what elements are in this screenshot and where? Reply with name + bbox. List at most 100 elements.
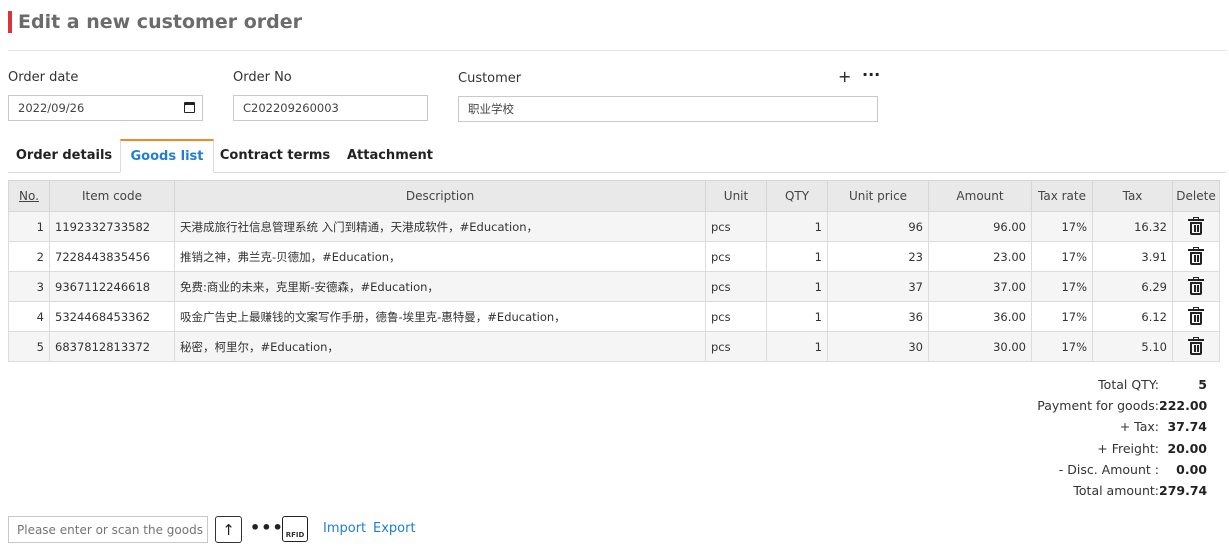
table-row[interactable]: 5 6837812813372 秘密，柯里尔，#Education， pcs 1… xyxy=(8,331,1220,362)
row-item-code[interactable]: 7228443835456 xyxy=(49,241,175,272)
total-qty-value: 5 xyxy=(1198,377,1207,393)
table-header-row: No. Item code Description Unit QTY Unit … xyxy=(8,180,1220,212)
trash-icon[interactable] xyxy=(1188,217,1204,235)
row-delete-cell xyxy=(1172,211,1220,242)
title-accent-bar xyxy=(8,11,12,33)
row-tax-rate[interactable]: 17% xyxy=(1031,301,1093,332)
trash-icon[interactable] xyxy=(1188,277,1204,295)
row-tax: 6.12 xyxy=(1092,301,1173,332)
row-unit[interactable]: pcs xyxy=(705,211,767,242)
row-unit[interactable]: pcs xyxy=(705,241,767,272)
row-description[interactable]: 秘密，柯里尔，#Education， xyxy=(174,331,706,362)
row-unit-price[interactable]: 36 xyxy=(827,301,929,332)
row-description[interactable]: 推销之神，弗兰克-贝德加，#Education， xyxy=(174,241,706,272)
tab-bar: Order details Goods list Contract terms … xyxy=(8,139,1226,173)
total-amount-label: Total amount: xyxy=(1073,483,1159,499)
order-date-label: Order date xyxy=(8,70,79,85)
order-date-value: 2022/09/26 xyxy=(18,101,85,115)
customer-value: 职业学校 xyxy=(468,102,514,116)
tab-goods-list[interactable]: Goods list xyxy=(120,139,214,173)
order-no-field[interactable]: C202209260003 xyxy=(233,95,428,121)
column-unit-price: Unit price xyxy=(827,180,929,212)
export-link[interactable]: Export xyxy=(373,521,416,536)
order-no-value: C202209260003 xyxy=(243,101,339,115)
discount-row: - Disc. Amount : 0.00 xyxy=(1037,459,1207,480)
row-unit-price[interactable]: 37 xyxy=(827,271,929,302)
goods-table: No. Item code Description Unit QTY Unit … xyxy=(8,180,1220,362)
row-item-code[interactable]: 9367112246618 xyxy=(49,271,175,302)
row-tax-rate[interactable]: 17% xyxy=(1031,271,1093,302)
row-no: 1 xyxy=(8,211,50,242)
column-description: Description xyxy=(174,180,706,212)
tab-contract-terms[interactable]: Contract terms xyxy=(214,139,336,172)
row-tax-rate[interactable]: 17% xyxy=(1031,241,1093,272)
row-no: 2 xyxy=(8,241,50,272)
row-delete-cell xyxy=(1172,271,1220,302)
add-customer-button[interactable]: + xyxy=(838,69,851,85)
order-date-field[interactable]: 2022/09/26 xyxy=(8,95,203,121)
customer-label: Customer xyxy=(458,71,522,86)
row-amount: 23.00 xyxy=(928,241,1032,272)
rfid-icon[interactable]: RFID xyxy=(282,516,308,542)
row-delete-cell xyxy=(1172,331,1220,362)
row-qty[interactable]: 1 xyxy=(766,301,828,332)
payment-goods-row: Payment for goods: 222.00 xyxy=(1037,395,1207,416)
row-qty[interactable]: 1 xyxy=(766,271,828,302)
row-tax: 5.10 xyxy=(1092,331,1173,362)
column-no[interactable]: No. xyxy=(8,180,50,212)
calendar-icon[interactable] xyxy=(184,102,195,113)
table-row[interactable]: 1 1192332733582 天港成旅行社信息管理系统 入门到精通，天港成软件… xyxy=(8,211,1220,242)
scan-goods-input[interactable] xyxy=(8,516,208,543)
tax-total-value: 37.74 xyxy=(1167,419,1207,435)
row-tax-rate[interactable]: 17% xyxy=(1031,331,1093,362)
row-unit-price[interactable]: 30 xyxy=(827,331,929,362)
freight-row: + Freight: 20.00 xyxy=(1037,438,1207,459)
row-unit-price[interactable]: 96 xyxy=(827,211,929,242)
total-amount-row: Total amount: 279.74 xyxy=(1037,480,1207,501)
column-tax-rate: Tax rate xyxy=(1031,180,1093,212)
payment-goods-label: Payment for goods: xyxy=(1037,398,1159,414)
trash-icon[interactable] xyxy=(1188,307,1204,325)
row-unit[interactable]: pcs xyxy=(705,301,767,332)
tab-order-details[interactable]: Order details xyxy=(8,139,120,172)
tab-attachment[interactable]: Attachment xyxy=(336,139,444,172)
row-description[interactable]: 吸金广告史上最赚钱的文案写作手册，德鲁-埃里克-惠特曼，#Education， xyxy=(174,301,706,332)
row-item-code[interactable]: 1192332733582 xyxy=(49,211,175,242)
more-options-button[interactable]: ••• xyxy=(250,518,284,537)
trash-icon[interactable] xyxy=(1188,337,1204,355)
row-tax: 6.29 xyxy=(1092,271,1173,302)
discount-value[interactable]: 0.00 xyxy=(1159,462,1207,477)
row-description[interactable]: 免费:商业的未来，克里斯-安德森，#Education， xyxy=(174,271,706,302)
row-amount: 37.00 xyxy=(928,271,1032,302)
row-no: 5 xyxy=(8,331,50,362)
import-link[interactable]: Import xyxy=(323,521,366,536)
customer-field[interactable]: 职业学校 xyxy=(458,96,878,122)
upload-button[interactable]: ↑ xyxy=(215,516,242,543)
row-amount: 30.00 xyxy=(928,331,1032,362)
freight-value[interactable]: 20.00 xyxy=(1159,441,1207,456)
discount-label: - Disc. Amount : xyxy=(1058,461,1159,477)
column-delete: Delete xyxy=(1172,180,1220,212)
customer-more-button[interactable]: ··· xyxy=(862,67,880,83)
table-row[interactable]: 2 7228443835456 推销之神，弗兰克-贝德加，#Education，… xyxy=(8,241,1220,272)
row-qty[interactable]: 1 xyxy=(766,331,828,362)
row-item-code[interactable]: 5324468453362 xyxy=(49,301,175,332)
row-item-code[interactable]: 6837812813372 xyxy=(49,331,175,362)
header-divider xyxy=(8,50,1227,51)
row-no: 3 xyxy=(8,271,50,302)
column-item-code: Item code xyxy=(49,180,175,212)
row-description[interactable]: 天港成旅行社信息管理系统 入门到精通，天港成软件，#Education， xyxy=(174,211,706,242)
row-qty[interactable]: 1 xyxy=(766,241,828,272)
table-row[interactable]: 3 9367112246618 免费:商业的未来，克里斯-安德森，#Educat… xyxy=(8,271,1220,302)
row-unit-price[interactable]: 23 xyxy=(827,241,929,272)
row-qty[interactable]: 1 xyxy=(766,211,828,242)
row-unit[interactable]: pcs xyxy=(705,271,767,302)
trash-icon[interactable] xyxy=(1188,247,1204,265)
table-row[interactable]: 4 5324468453362 吸金广告史上最赚钱的文案写作手册，德鲁-埃里克-… xyxy=(8,301,1220,332)
column-qty: QTY xyxy=(766,180,828,212)
row-unit[interactable]: pcs xyxy=(705,331,767,362)
page-header: Edit a new customer order xyxy=(8,10,302,34)
row-tax-rate[interactable]: 17% xyxy=(1031,211,1093,242)
total-amount-value: 279.74 xyxy=(1159,483,1208,499)
page-title: Edit a new customer order xyxy=(18,11,302,33)
